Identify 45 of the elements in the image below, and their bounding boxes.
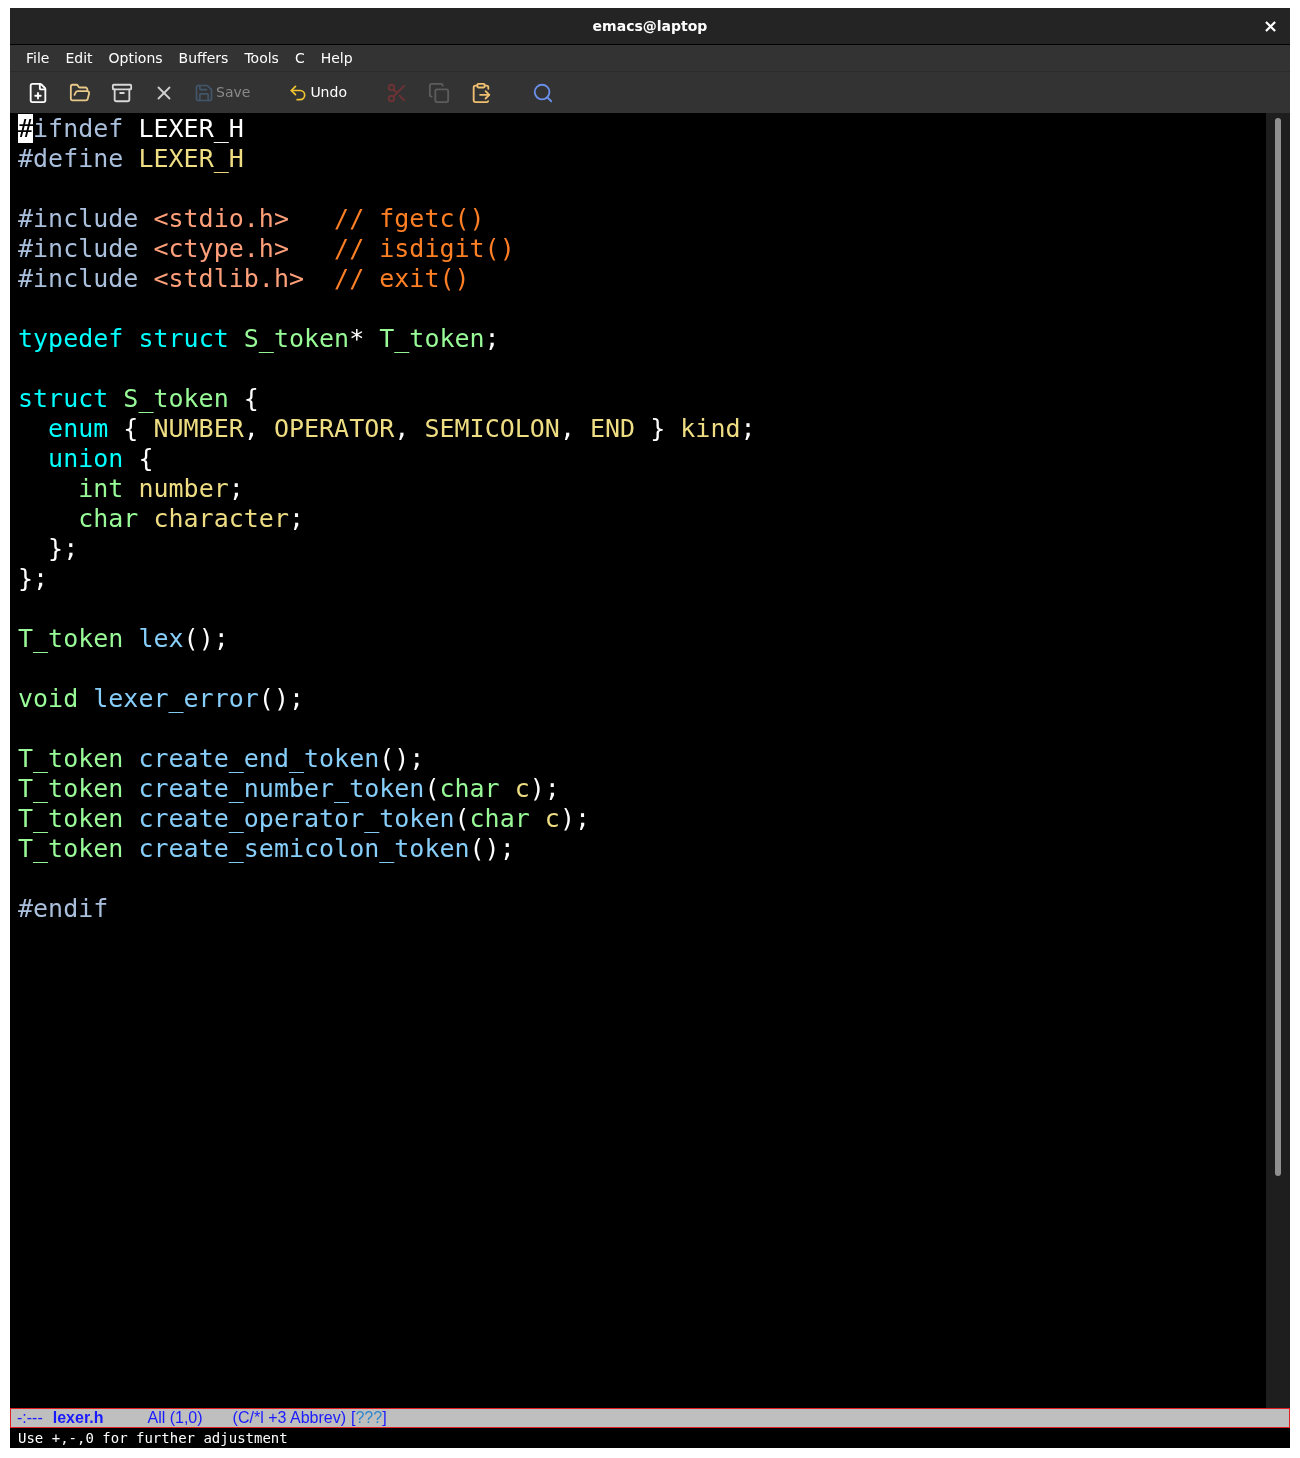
code-line: #endif: [18, 894, 109, 924]
code-line: #include <stdlib.h> // exit(): [18, 264, 470, 294]
window-title: emacs@laptop: [592, 16, 708, 36]
menu-item[interactable]: Buffers: [170, 47, 237, 69]
undo-button[interactable]: Undo: [284, 76, 351, 109]
buffer-name: lexer.h: [52, 1410, 104, 1426]
mode-line-text: ???: [355, 1410, 383, 1426]
menu-item[interactable]: C: [286, 47, 313, 69]
code-line: T_token create_operator_token(char c);: [18, 804, 590, 834]
menu-item[interactable]: Options: [100, 47, 171, 69]
scissors-icon: [385, 81, 408, 104]
close-button[interactable]: ×: [1262, 17, 1278, 35]
mode-line-text: All (1,0): [147, 1410, 203, 1426]
search-icon: [531, 81, 554, 104]
new-file-icon: [27, 81, 49, 104]
code-line: char character;: [77, 504, 304, 534]
code-line: void lexer_error();: [18, 684, 304, 714]
code-line: };: [47, 534, 79, 564]
code-line: union {: [47, 444, 154, 474]
code-line: struct S_token {: [18, 384, 259, 414]
save-icon: [194, 82, 214, 103]
mode-line-text: [: [351, 1410, 356, 1426]
mode-line-text: (C/*l +3 Abbrev): [232, 1410, 346, 1426]
menu-item[interactable]: File: [18, 47, 58, 69]
mode-line-text: -:---: [17, 1410, 43, 1426]
code-line: #ifndef LEXER_H: [18, 114, 244, 144]
menu-item[interactable]: Edit: [57, 47, 101, 69]
code-line: #define LEXER_H: [18, 144, 244, 174]
code-line: #include <stdio.h> // fgetc(): [18, 204, 485, 234]
menu-item[interactable]: Help: [312, 47, 361, 69]
copy-icon: [427, 81, 450, 104]
scrollbar-thumb[interactable]: [1275, 118, 1281, 1176]
code-line: #include <ctype.h> // isdigit(): [18, 234, 515, 264]
code-line: };: [18, 564, 49, 594]
code-line: T_token create_number_token(char c);: [18, 774, 560, 804]
mode-line-text: ]: [382, 1410, 387, 1426]
code-line: typedef struct S_token* T_token;: [18, 324, 500, 354]
folder-icon: [69, 81, 91, 104]
code-line: int number;: [77, 474, 244, 504]
code-line: T_token create_semicolon_token();: [18, 834, 515, 864]
code-line: T_token create_end_token();: [18, 744, 425, 774]
menu-item[interactable]: Tools: [236, 47, 287, 69]
code-line: T_token lex();: [18, 624, 229, 654]
echo-area-message: Use +,-,0 for further adjustment: [18, 1428, 288, 1448]
code-line: enum { NUMBER, OPERATOR, SEMICOLON, END } kind;: [47, 414, 756, 444]
